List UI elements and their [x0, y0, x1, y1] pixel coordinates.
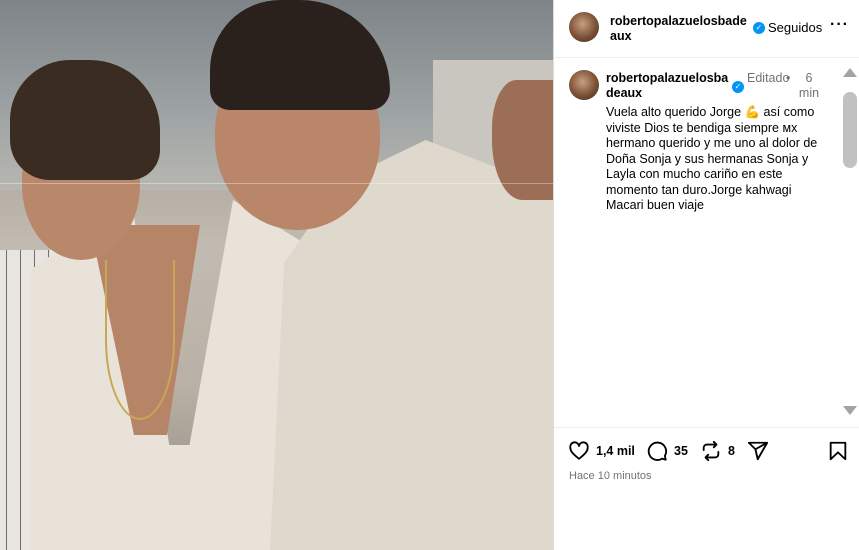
send-icon	[747, 441, 769, 461]
header-username[interactable]: robertopalazuelosbadeaux	[610, 14, 750, 44]
comment-avatar[interactable]	[569, 70, 599, 100]
following-button[interactable]: Seguidos	[768, 20, 822, 35]
photo-chain	[105, 260, 175, 420]
likes-count[interactable]: 1,4 mil	[596, 444, 635, 458]
post-timestamp[interactable]: Hace 10 minutos	[569, 470, 652, 482]
comment-button[interactable]: 35	[646, 440, 688, 462]
more-options-icon[interactable]: ···	[830, 16, 849, 34]
repost-button[interactable]: 8	[700, 440, 735, 462]
verified-badge-icon: ✓	[753, 22, 765, 34]
verified-badge-icon: ✓	[732, 81, 744, 93]
heart-icon	[569, 441, 589, 460]
comment-time[interactable]: 6 min	[794, 71, 824, 101]
caption-comment: robertopalazuelosbadeaux ✓ Editado • 6 m…	[554, 59, 859, 425]
share-button[interactable]	[747, 440, 769, 462]
scroll-down-arrow-icon[interactable]	[843, 406, 857, 415]
scroll-up-arrow-icon[interactable]	[843, 68, 857, 77]
post-photo[interactable]	[0, 0, 553, 550]
edited-label: Editado	[747, 71, 790, 85]
post-side-panel: robertopalazuelosbadeaux ✓ Seguidos ··· …	[553, 0, 859, 550]
post-header: robertopalazuelosbadeaux ✓ Seguidos ···	[554, 0, 859, 58]
repost-icon	[702, 440, 720, 462]
photo-person-right	[492, 80, 553, 200]
like-button[interactable]: 1,4 mil	[568, 440, 635, 462]
reposts-count[interactable]: 8	[728, 444, 735, 458]
scrollbar-thumb[interactable]	[843, 92, 857, 168]
post-actions: 1,4 mil 35 8 Hace 10 minutos	[554, 427, 859, 487]
separator-dot: •	[786, 71, 791, 85]
comment-icon	[647, 441, 668, 461]
comments-count[interactable]: 35	[674, 444, 688, 458]
comments-scrollbar[interactable]	[840, 66, 859, 421]
save-button[interactable]	[827, 440, 849, 462]
caption-text: Vuela alto querido Jorge 💪 así como vivi…	[606, 105, 818, 212]
bookmark-icon	[829, 441, 847, 461]
photo-man-left-hair	[10, 60, 160, 180]
comment-username[interactable]: robertopalazuelosbadeaux	[606, 71, 732, 101]
avatar[interactable]	[569, 12, 599, 42]
photo-crease	[0, 183, 553, 184]
